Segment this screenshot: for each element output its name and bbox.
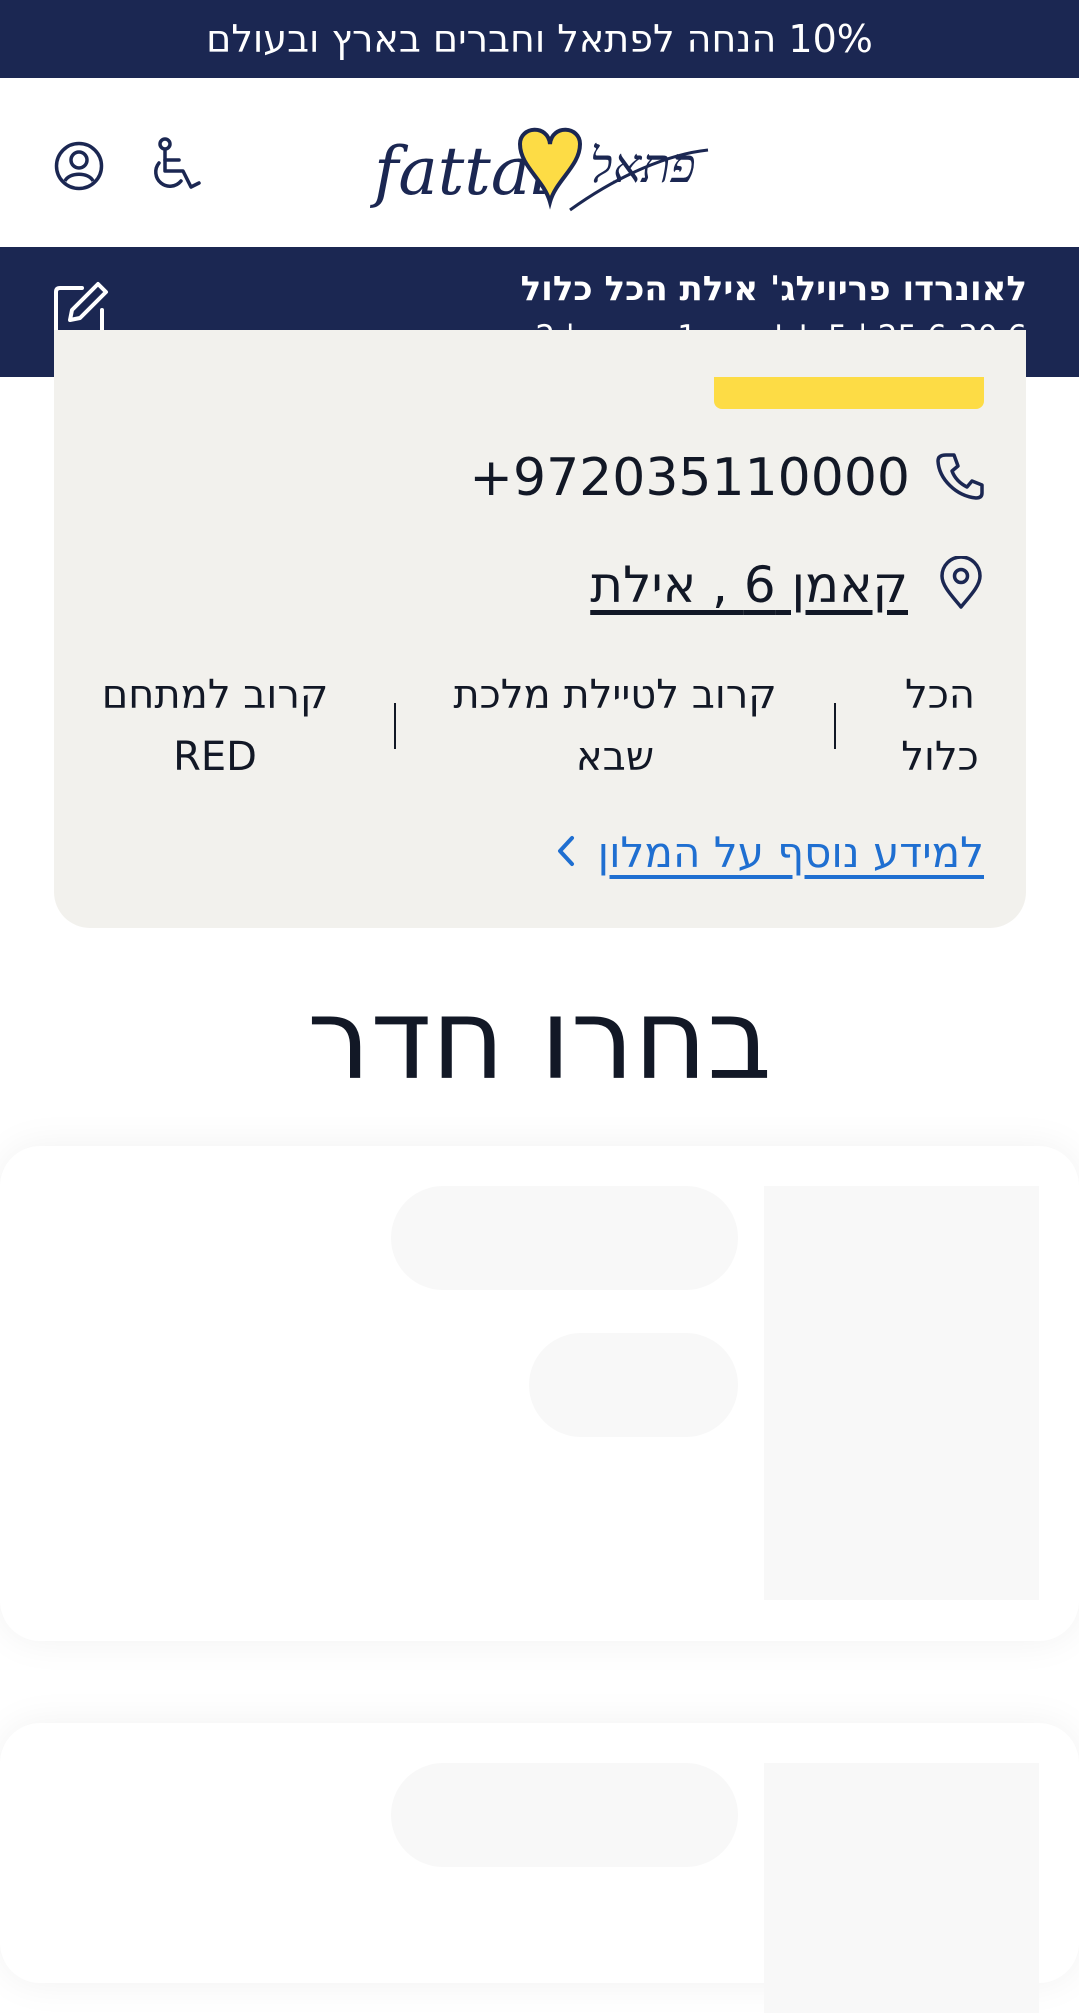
rating-badge (714, 377, 984, 409)
feature-separator (394, 703, 396, 749)
phone-row[interactable]: +972035110000 (469, 448, 984, 508)
feature-item: הכל כלול (901, 672, 979, 780)
room-detail-placeholder (529, 1333, 738, 1437)
location-pin-icon (938, 555, 984, 614)
site-header: fattal פתאל (0, 78, 1079, 247)
user-icon[interactable] (54, 141, 104, 191)
accessibility-icon[interactable] (147, 137, 203, 195)
more-info-text[interactable]: למידע נוסף על המלון (598, 828, 984, 877)
promo-text: 10% הנחה לפתאל וחברים בארץ ובעולם (206, 17, 873, 61)
promo-bar: 10% הנחה לפתאל וחברים בארץ ובעולם (0, 0, 1079, 78)
hotel-name: לאונרדו פריוילג' אילת הכל כלול (520, 269, 1027, 309)
room-title-placeholder (391, 1186, 738, 1290)
room-image-placeholder (764, 1186, 1039, 1600)
feature-item: קרוב לטיילת מלכת שבא (453, 672, 777, 780)
address-link[interactable]: קאמן 6 , אילת (590, 556, 908, 614)
feature-separator (834, 703, 836, 749)
room-image-placeholder (764, 1763, 1039, 2013)
fattal-logo[interactable]: fattal פתאל (369, 114, 712, 218)
more-info-link[interactable]: למידע נוסף על המלון (556, 828, 984, 877)
phone-number[interactable]: +972035110000 (469, 448, 910, 508)
room-card-skeleton (0, 1146, 1079, 1641)
room-title-placeholder (391, 1763, 738, 1867)
room-card-skeleton (0, 1723, 1079, 2013)
feature-item: קרוב למתחם RED (101, 672, 329, 780)
address-row[interactable]: קאמן 6 , אילת (590, 555, 984, 614)
rooms-section-title: בחרו חדר (307, 975, 772, 1105)
phone-icon (934, 451, 984, 505)
hotel-features: הכל כלול קרוב לטיילת מלכת שבא קרוב למתחם… (90, 666, 990, 786)
chevron-left-icon (556, 834, 576, 872)
